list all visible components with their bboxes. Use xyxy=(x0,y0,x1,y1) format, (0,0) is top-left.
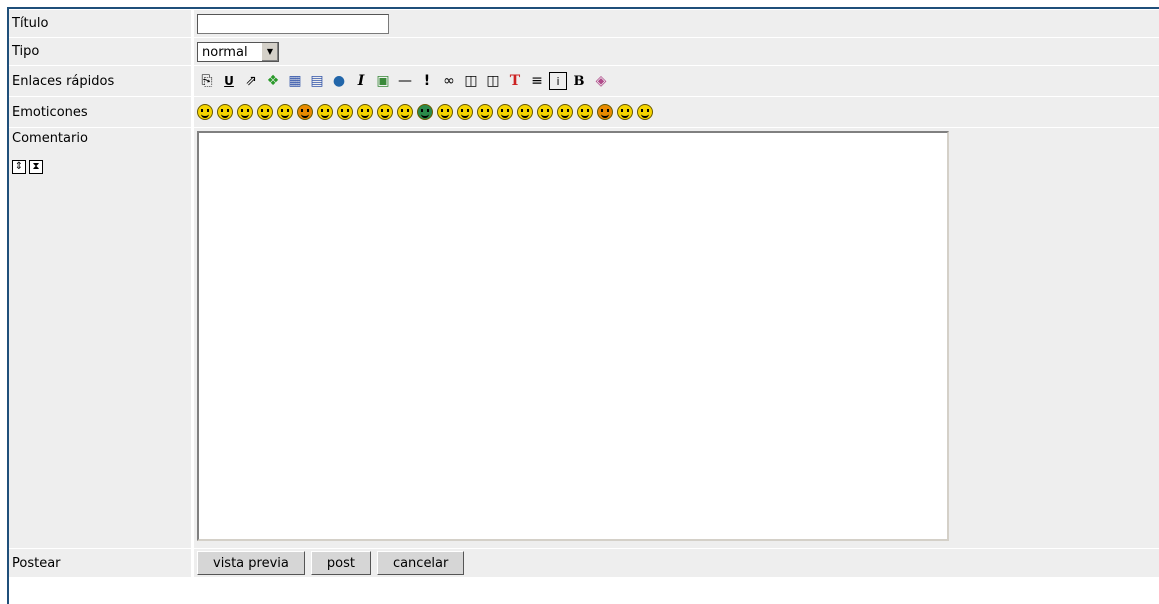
postear-label: Postear xyxy=(9,549,191,577)
sad-icon[interactable] xyxy=(257,104,273,120)
info-icon[interactable]: i xyxy=(549,72,567,90)
align-icon[interactable]: ≡ xyxy=(527,71,547,91)
frown-icon[interactable] xyxy=(337,104,353,120)
preview-button[interactable]: vista previa xyxy=(197,551,305,575)
exclaim-icon[interactable] xyxy=(317,104,333,120)
table-icon[interactable]: ▦ xyxy=(285,71,305,91)
external-link-icon[interactable]: ⇗ xyxy=(241,71,261,91)
italic-icon[interactable]: I xyxy=(351,71,371,91)
bold-icon[interactable]: B xyxy=(569,71,589,91)
laugh-icon[interactable] xyxy=(377,104,393,120)
underline-icon[interactable]: U xyxy=(219,71,239,91)
emoticons-toolbar xyxy=(197,100,1159,125)
question-icon[interactable] xyxy=(457,104,473,120)
biggrin-icon[interactable] xyxy=(557,104,573,120)
textarea-resizers: ⇕ ⧗ xyxy=(12,160,191,174)
hourglass-icon[interactable]: ⧗ xyxy=(29,160,43,174)
wink-icon[interactable] xyxy=(617,104,633,120)
chevron-down-icon[interactable]: ▼ xyxy=(261,42,278,61)
comentario-label: Comentario ⇕ ⧗ xyxy=(9,128,191,548)
eyes-icon[interactable] xyxy=(277,104,293,120)
book-alt-icon[interactable]: ◫ xyxy=(483,71,503,91)
exclamation-icon[interactable]: ! xyxy=(417,71,437,91)
twisted-icon[interactable] xyxy=(597,104,613,120)
comentario-textarea[interactable] xyxy=(197,131,949,541)
cry-icon[interactable] xyxy=(537,104,553,120)
smile-icon[interactable] xyxy=(197,104,213,120)
shock-icon[interactable] xyxy=(577,104,593,120)
tipo-select[interactable]: normal ▼ xyxy=(197,41,279,62)
table-alt-icon[interactable]: ▤ xyxy=(307,71,327,91)
image-icon[interactable]: ▣ xyxy=(373,71,393,91)
comment-form: Título Tipo normal ▼ Enlaces rápidos ⎘ U… xyxy=(7,7,1159,604)
neutral-icon[interactable] xyxy=(217,104,233,120)
emoticones-label: Emoticones xyxy=(9,97,191,127)
cool-icon[interactable] xyxy=(237,104,253,120)
titulo-label: Título xyxy=(9,10,191,37)
font-color-icon[interactable]: T xyxy=(505,71,525,91)
cancel-button[interactable]: cancelar xyxy=(376,551,465,575)
copy-icon[interactable]: ⎘ xyxy=(197,71,217,91)
enlaces-label: Enlaces rápidos xyxy=(9,66,191,96)
book-icon[interactable]: ◫ xyxy=(461,71,481,91)
expand-icon[interactable]: ⇕ xyxy=(12,160,26,174)
form-table: Título Tipo normal ▼ Enlaces rápidos ⎘ U… xyxy=(9,9,1159,578)
hr-icon[interactable]: — xyxy=(395,71,415,91)
redface-icon[interactable] xyxy=(497,104,513,120)
link-icon[interactable]: ∞ xyxy=(439,71,459,91)
titulo-input[interactable] xyxy=(197,13,389,34)
evil-icon[interactable] xyxy=(297,104,313,120)
tipo-label: Tipo xyxy=(9,38,191,65)
grin-icon[interactable] xyxy=(417,104,433,120)
globe-icon[interactable]: ● xyxy=(329,71,349,91)
quick-links-toolbar: ⎘ U ⇗ ❖ ▦ ▤ ● I ▣ — ! ∞ ◫ ◫ T ≡ i B ◈ xyxy=(197,69,1159,94)
rolleyes-icon[interactable] xyxy=(517,104,533,120)
tipo-select-value: normal xyxy=(202,44,248,60)
mad-icon[interactable] xyxy=(397,104,413,120)
razz-icon[interactable] xyxy=(477,104,493,120)
paw-icon[interactable]: ❖ xyxy=(263,71,283,91)
post-button[interactable]: post xyxy=(310,551,371,575)
idea-icon[interactable] xyxy=(357,104,373,120)
arrow-icon[interactable] xyxy=(637,104,653,120)
mellow-icon[interactable] xyxy=(437,104,453,120)
box-icon[interactable]: ◈ xyxy=(591,71,611,91)
